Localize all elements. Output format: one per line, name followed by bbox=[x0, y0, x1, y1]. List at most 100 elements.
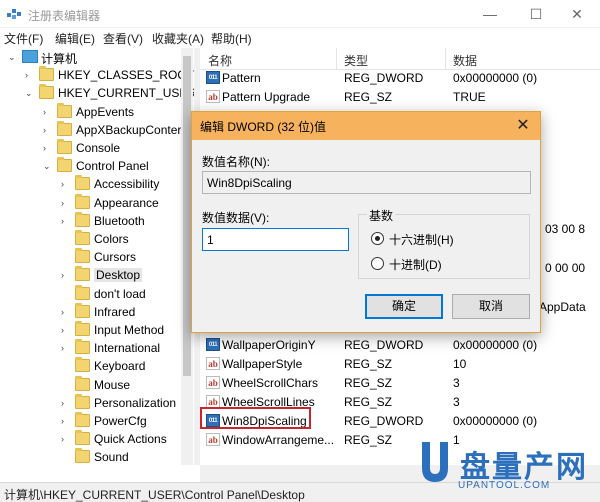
value-row[interactable]: ab WheelScrollChars REG_SZ 3 bbox=[200, 374, 600, 393]
chevron-right-icon[interactable]: › bbox=[61, 269, 71, 281]
value-row[interactable]: ab WallpaperStyle REG_SZ 10 bbox=[200, 355, 600, 374]
registry-tree[interactable]: ⌄ 计算机 › HKEY_CLASSES_ROOT ⌄ HKEY_CURRENT_USER… bbox=[0, 48, 194, 465]
chevron-right-icon[interactable]: › bbox=[61, 415, 71, 427]
tree-item[interactable]: › Infrared bbox=[0, 302, 180, 322]
column-type[interactable]: 类型 bbox=[344, 52, 368, 69]
hex-radio[interactable] bbox=[371, 232, 384, 245]
title-bar: 注册表编辑器 — ☐ ✕ bbox=[0, 0, 600, 28]
tree-item[interactable]: › HKEY_CLASSES_ROOT bbox=[0, 66, 194, 85]
chevron-right-icon[interactable]: › bbox=[25, 69, 35, 81]
chevron-right-icon[interactable]: › bbox=[43, 106, 53, 118]
value-data: 0x00000000 (0) bbox=[453, 338, 538, 352]
value-row[interactable]: 011 WallpaperOriginY REG_DWORD 0x00000000 (… bbox=[200, 336, 600, 355]
value-row[interactable]: 011 Pattern REG_DWORD 0x00000000 (0) bbox=[200, 69, 600, 88]
regedit-app-icon bbox=[7, 9, 21, 19]
chevron-down-icon[interactable]: ⌄ bbox=[25, 87, 35, 99]
value-name: Pattern bbox=[222, 71, 261, 85]
folder-icon bbox=[39, 66, 54, 82]
value-type: REG_SZ bbox=[344, 357, 393, 371]
value-name: WallpaperStyle bbox=[222, 357, 303, 371]
tree-item[interactable]: › Accessibility bbox=[0, 175, 180, 194]
tree-item[interactable]: Colors bbox=[0, 230, 180, 249]
tree-item[interactable]: Keyboard bbox=[0, 357, 180, 376]
tree-item-label: Sound bbox=[94, 450, 129, 465]
chevron-right-icon[interactable]: › bbox=[61, 178, 71, 190]
chevron-down-icon[interactable]: ⌄ bbox=[43, 160, 53, 172]
value-type: REG_DWORD bbox=[344, 414, 424, 428]
chevron-right-icon[interactable]: › bbox=[61, 433, 71, 445]
menu-edit[interactable]: 编辑(E) bbox=[55, 30, 95, 47]
chevron-right-icon[interactable]: › bbox=[61, 306, 71, 318]
tree-item-label: don't load bbox=[94, 286, 146, 301]
dec-radio-label[interactable]: 十进制(D) bbox=[389, 256, 442, 273]
chevron-right-icon[interactable]: › bbox=[61, 324, 71, 336]
chevron-right-icon[interactable]: › bbox=[43, 124, 53, 136]
folder-icon bbox=[75, 430, 90, 446]
tree-item-label: Cursors bbox=[94, 250, 137, 265]
column-data[interactable]: 数据 bbox=[453, 52, 477, 69]
ok-button[interactable]: 确定 bbox=[365, 294, 443, 319]
tree-item[interactable]: ⌄ Control Panel bbox=[0, 157, 180, 176]
tree-item[interactable]: › AppXBackupConter bbox=[0, 120, 181, 140]
tree-item-label: Console bbox=[76, 141, 121, 155]
folder-icon bbox=[75, 175, 90, 191]
tree-item[interactable]: › PowerCfg bbox=[0, 412, 180, 431]
value-name: WindowArrangeme... bbox=[222, 433, 335, 447]
value-data-partial: 03 00 8 bbox=[545, 222, 586, 236]
minimize-button[interactable]: — bbox=[467, 0, 513, 28]
dialog-close-button[interactable]: ✕ bbox=[512, 115, 534, 137]
highlight-annotation-box bbox=[200, 407, 311, 429]
folder-icon bbox=[75, 375, 90, 391]
tree-scrollbar-thumb[interactable] bbox=[183, 56, 191, 376]
value-row[interactable]: ab Pattern Upgrade REG_SZ TRUE bbox=[200, 88, 600, 107]
tree-item[interactable]: Cursors bbox=[0, 248, 180, 267]
tree-item[interactable]: Mouse bbox=[0, 375, 180, 395]
value-type: REG_SZ bbox=[344, 433, 393, 447]
tree-item[interactable]: › Appearance bbox=[0, 193, 180, 213]
column-name[interactable]: 名称 bbox=[208, 52, 232, 69]
folder-icon bbox=[57, 120, 72, 136]
value-data: TRUE bbox=[453, 90, 486, 104]
chevron-right-icon[interactable]: › bbox=[61, 342, 71, 354]
maximize-button[interactable]: ☐ bbox=[513, 0, 559, 28]
hex-radio-label[interactable]: 十六进制(H) bbox=[389, 231, 454, 248]
folder-icon bbox=[75, 339, 90, 355]
folder-icon bbox=[75, 412, 90, 427]
menu-file[interactable]: 文件(F) bbox=[4, 30, 43, 47]
menu-view[interactable]: 查看(V) bbox=[103, 30, 143, 47]
dec-radio[interactable] bbox=[371, 257, 384, 270]
tree-item[interactable]: don't load bbox=[0, 284, 180, 304]
cancel-button[interactable]: 取消 bbox=[452, 294, 530, 319]
tree-item-label: Quick Actions bbox=[94, 432, 167, 447]
tree-item[interactable]: ⌄ 计算机 bbox=[0, 49, 180, 67]
chevron-right-icon[interactable]: › bbox=[61, 215, 71, 227]
folder-icon bbox=[75, 302, 90, 318]
chevron-right-icon[interactable]: › bbox=[61, 397, 71, 409]
close-window-button[interactable]: ✕ bbox=[554, 0, 600, 28]
tree-item[interactable]: › Bluetooth bbox=[0, 211, 180, 231]
value-name: WallpaperOriginY bbox=[222, 338, 316, 352]
menu-help[interactable]: 帮助(H) bbox=[211, 30, 252, 47]
folder-icon bbox=[75, 448, 90, 464]
value-type: REG_SZ bbox=[344, 90, 393, 104]
value-data: 0x00000000 (0) bbox=[453, 71, 538, 85]
value-name-field[interactable] bbox=[202, 171, 531, 194]
tree-item-label: HKEY_CURRENT_USER bbox=[58, 86, 194, 101]
value-data-field[interactable] bbox=[202, 228, 349, 251]
chevron-down-icon[interactable]: ⌄ bbox=[8, 51, 18, 63]
value-name: Pattern Upgrade bbox=[222, 90, 311, 104]
tree-item[interactable]: › Input Method bbox=[0, 321, 180, 340]
tree-item[interactable]: › Console bbox=[0, 139, 180, 158]
tree-item[interactable]: Sound bbox=[0, 448, 180, 465]
chevron-right-icon[interactable]: › bbox=[61, 197, 71, 209]
edit-dword-dialog: 编辑 DWORD (32 位)值 ✕ 数值名称(N): 数值数据(V): 基数 … bbox=[191, 111, 541, 333]
dialog-title-bar[interactable]: 编辑 DWORD (32 位)值 ✕ bbox=[192, 112, 540, 140]
tree-item[interactable]: › International bbox=[0, 339, 180, 358]
tree-item[interactable]: ⌄ HKEY_CURRENT_USER bbox=[0, 84, 194, 103]
tree-item[interactable]: › Desktop bbox=[0, 266, 180, 285]
chevron-right-icon[interactable]: › bbox=[43, 142, 53, 154]
tree-item[interactable]: › AppEvents bbox=[0, 102, 180, 122]
tree-item[interactable]: › Personalization bbox=[0, 393, 180, 413]
menu-favorites[interactable]: 收藏夹(A) bbox=[152, 30, 204, 47]
tree-item[interactable]: › Quick Actions bbox=[0, 430, 180, 449]
